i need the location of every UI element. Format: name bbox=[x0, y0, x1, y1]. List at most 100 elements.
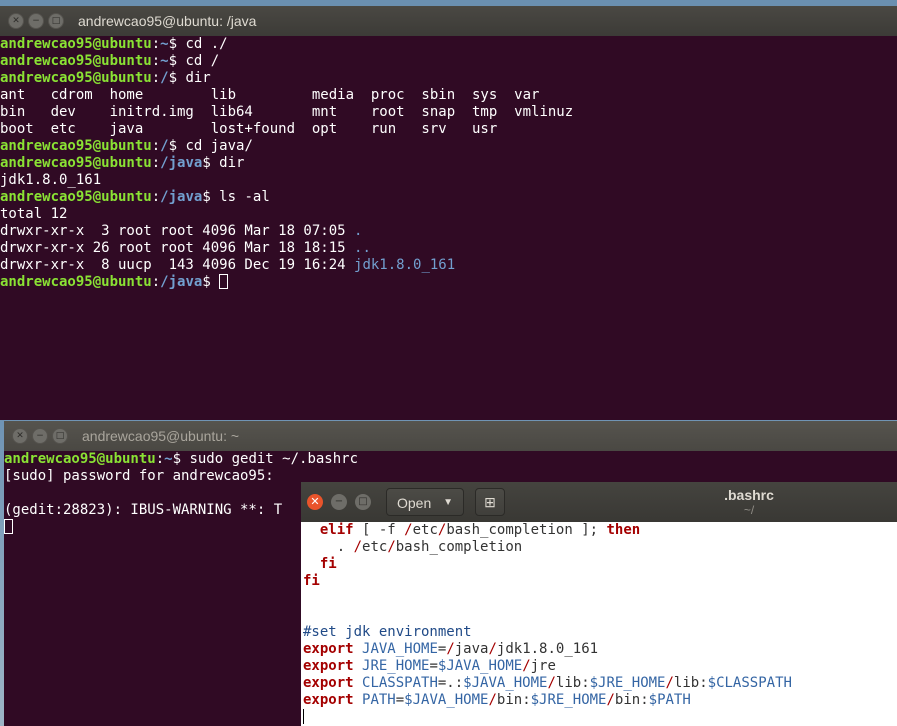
path-separator: / bbox=[547, 675, 556, 691]
prompt-path: /java bbox=[160, 155, 203, 171]
close-icon[interactable]: ✕ bbox=[12, 428, 28, 444]
terminal-titlebar[interactable]: ✕ − □ andrewcao95@ubuntu: ~ bbox=[4, 421, 897, 451]
text-segment: jre bbox=[530, 658, 556, 674]
text-line: jdk1.8.0_161 bbox=[0, 172, 897, 189]
text-segment: (gedit:28823): IBUS-WARNING **: T bbox=[4, 502, 283, 518]
text-line: andrewcao95@ubuntu:/java$ dir bbox=[0, 155, 897, 172]
prompt-path: ~ bbox=[164, 451, 173, 467]
prompt-user: andrewcao95@ubuntu bbox=[0, 138, 152, 154]
window-title: andrewcao95@ubuntu: /java bbox=[78, 13, 257, 29]
text-line: #set jdk environment bbox=[303, 624, 897, 641]
maximize-icon[interactable]: □ bbox=[48, 13, 64, 29]
minimize-icon[interactable]: − bbox=[28, 13, 44, 29]
text-segment: etc bbox=[362, 539, 388, 555]
text-line bbox=[303, 709, 897, 726]
variable: JRE_HOME bbox=[362, 658, 430, 674]
directory-name: . bbox=[354, 223, 363, 239]
close-icon[interactable]: ✕ bbox=[8, 13, 24, 29]
document-path: ~/ bbox=[743, 503, 755, 517]
path-separator: / bbox=[446, 641, 455, 657]
text-segment: bash_completion bbox=[395, 539, 523, 555]
variable: $CLASSPATH bbox=[707, 675, 792, 691]
prompt-path: /java bbox=[160, 274, 203, 290]
prompt-path: / bbox=[160, 138, 169, 154]
variable: $JAVA_HOME bbox=[463, 675, 548, 691]
variable: $JRE_HOME bbox=[530, 692, 607, 708]
text-segment: [ -f bbox=[353, 522, 405, 538]
text-segment: bin: bbox=[496, 692, 531, 708]
text-segment: drwxr-xr-x 3 root root 4096 Mar 18 07:05 bbox=[0, 223, 355, 239]
text-segment: [sudo] password for andrewcao95: bbox=[4, 468, 274, 484]
text-segment: $ dir bbox=[168, 70, 211, 86]
text-segment bbox=[354, 675, 362, 691]
text-segment: : bbox=[151, 189, 161, 205]
variable: JAVA_HOME bbox=[362, 641, 438, 657]
prompt-user: andrewcao95@ubuntu bbox=[0, 70, 152, 86]
minimize-icon[interactable]: − bbox=[32, 428, 48, 444]
text-line: andrewcao95@ubuntu:~$ cd / bbox=[0, 53, 897, 70]
text-line: export CLASSPATH=.:$JAVA_HOME/lib:$JRE_H… bbox=[303, 675, 897, 692]
terminal-output[interactable]: andrewcao95@ubuntu:~$ cd ./andrewcao95@u… bbox=[0, 36, 897, 420]
keyword: fi bbox=[303, 573, 320, 589]
text-segment: =.: bbox=[437, 675, 464, 691]
window-controls: ✕ − □ bbox=[12, 428, 68, 444]
prompt-path: /java bbox=[160, 189, 203, 205]
text-line: andrewcao95@ubuntu:~$ sudo gedit ~/.bash… bbox=[4, 451, 897, 468]
text-line: andrewcao95@ubuntu:/java$ ls -al bbox=[0, 189, 897, 206]
text-line: export JRE_HOME=$JAVA_HOME/jre bbox=[303, 658, 897, 675]
text-segment: : bbox=[155, 451, 165, 467]
text-segment: jdk1.8.0_161 bbox=[0, 172, 102, 188]
text-segment: drwxr-xr-x 8 uucp 143 4096 Dec 19 16:24 bbox=[0, 257, 355, 273]
text-segment: $ sudo gedit ~/.bashrc bbox=[172, 451, 359, 467]
text-line: drwxr-xr-x 26 root root 4096 Mar 18 18:1… bbox=[0, 240, 897, 257]
text-line: elif [ -f /etc/bash_completion ]; then bbox=[303, 522, 897, 539]
text-segment: boot etc java lost+found opt run srv usr bbox=[0, 121, 498, 137]
text-segment: $ cd ./ bbox=[168, 36, 228, 52]
prompt-user: andrewcao95@ubuntu bbox=[0, 189, 152, 205]
terminal-titlebar[interactable]: ✕ − □ andrewcao95@ubuntu: /java bbox=[0, 6, 897, 36]
variable: PATH bbox=[362, 692, 396, 708]
text-segment: etc bbox=[412, 522, 438, 538]
keyword: export bbox=[303, 692, 354, 708]
variable: $JAVA_HOME bbox=[404, 692, 489, 708]
text-segment: : bbox=[151, 53, 161, 69]
text-line: drwxr-xr-x 3 root root 4096 Mar 18 07:05… bbox=[0, 223, 897, 240]
text-segment: drwxr-xr-x 26 root root 4096 Mar 18 18:1… bbox=[0, 240, 355, 256]
prompt-user: andrewcao95@ubuntu bbox=[0, 53, 152, 69]
text-line: export PATH=$JAVA_HOME/bin:$JRE_HOME/bin… bbox=[303, 692, 897, 709]
path-separator: / bbox=[488, 641, 497, 657]
text-line: ant cdrom home lib media proc sbin sys v… bbox=[0, 87, 897, 104]
text-line bbox=[303, 607, 897, 624]
path-separator: / bbox=[665, 675, 674, 691]
comment: #set jdk environment bbox=[303, 624, 472, 640]
terminal-cursor bbox=[219, 274, 229, 289]
text-segment: ant cdrom home lib media proc sbin sys v… bbox=[0, 87, 540, 103]
gedit-title-block: .bashrc ~/ bbox=[301, 487, 897, 517]
prompt-path: ~ bbox=[160, 53, 169, 69]
terminal-window-java[interactable]: ✕ − □ andrewcao95@ubuntu: /java andrewca… bbox=[0, 6, 897, 420]
maximize-icon[interactable]: □ bbox=[52, 428, 68, 444]
text-line: export JAVA_HOME=/java/jdk1.8.0_161 bbox=[303, 641, 897, 658]
variable: $JAVA_HOME bbox=[437, 658, 523, 674]
text-segment: $ bbox=[202, 274, 220, 290]
text-line bbox=[303, 590, 897, 607]
text-segment: = bbox=[429, 658, 438, 674]
text-segment: $ cd / bbox=[168, 53, 220, 69]
gedit-headerbar[interactable]: ✕ − □ Open ▼ ⊞ .bashrc ~/ bbox=[301, 482, 897, 522]
directory-name: jdk1.8.0_161 bbox=[354, 257, 456, 273]
text-line: . /etc/bash_completion bbox=[303, 539, 897, 556]
text-line: boot etc java lost+found opt run srv usr bbox=[0, 121, 897, 138]
text-segment: lib: bbox=[673, 675, 708, 691]
text-segment: $ ls -al bbox=[202, 189, 270, 205]
text-line: andrewcao95@ubuntu:/$ dir bbox=[0, 70, 897, 87]
gedit-window[interactable]: elif [ -f /etc/bash_completion ]; then .… bbox=[301, 482, 897, 726]
keyword: export bbox=[303, 641, 354, 657]
text-segment bbox=[354, 692, 362, 708]
text-line: fi bbox=[303, 573, 897, 590]
variable: $PATH bbox=[648, 692, 691, 708]
path-separator: / bbox=[606, 692, 615, 708]
variable: $JRE_HOME bbox=[589, 675, 666, 691]
keyword: export bbox=[303, 675, 354, 691]
prompt-user: andrewcao95@ubuntu bbox=[4, 451, 156, 467]
text-segment bbox=[303, 522, 320, 538]
